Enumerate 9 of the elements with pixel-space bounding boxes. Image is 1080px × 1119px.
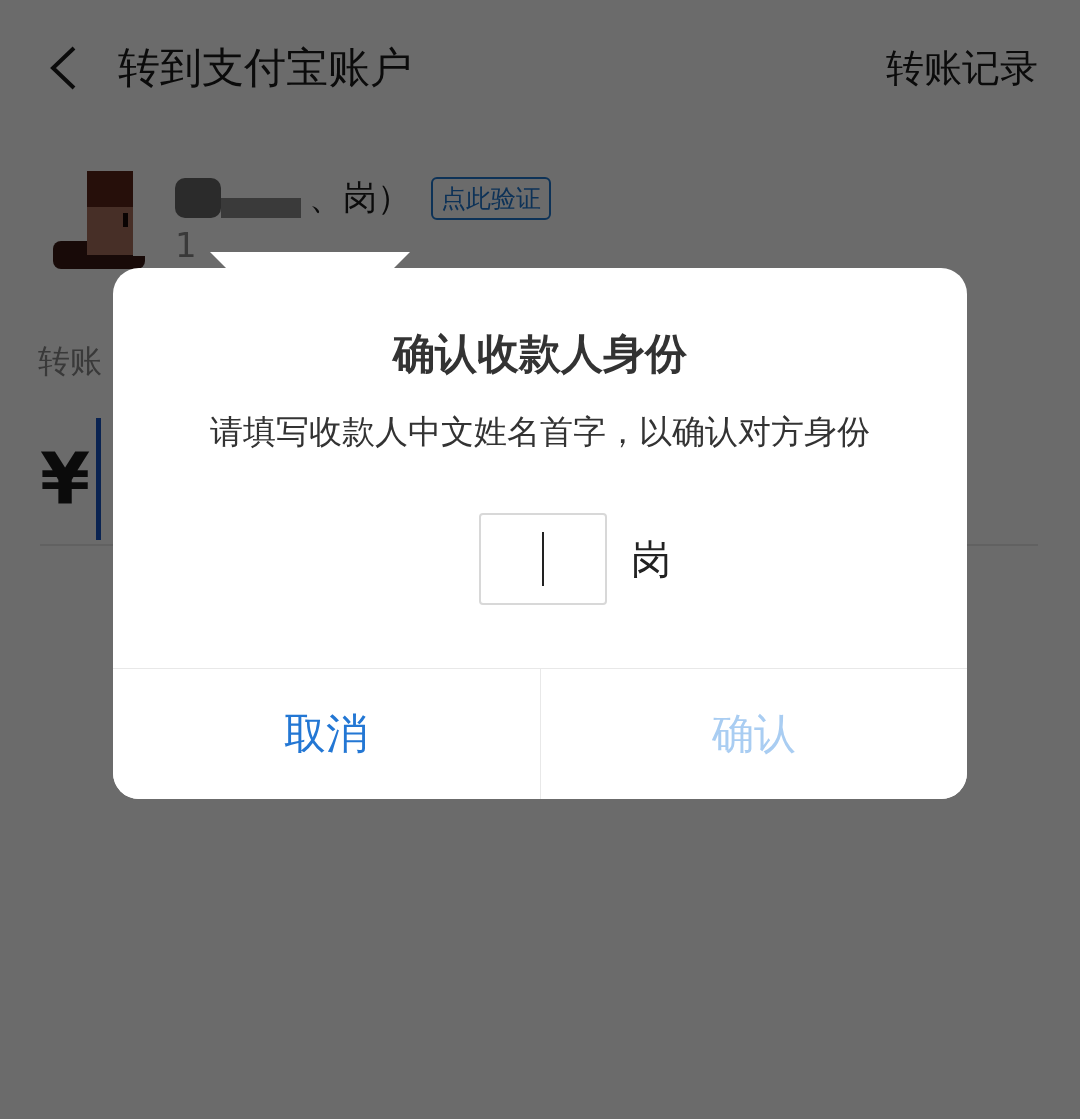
back-icon[interactable]: [48, 45, 78, 91]
verify-link[interactable]: 点此验证: [431, 176, 551, 220]
transfer-history-link[interactable]: 转账记录: [886, 42, 1038, 94]
name-remainder: 岗: [631, 534, 671, 584]
dialog-message: 请填写收款人中文姓名首字，以确认对方身份: [210, 411, 870, 453]
dialog-title: 确认收款人身份: [393, 328, 687, 380]
recipient-name: 、岗）: [309, 176, 411, 219]
page-title: 转到支付宝账户: [118, 42, 413, 94]
surname-input[interactable]: [479, 513, 607, 605]
